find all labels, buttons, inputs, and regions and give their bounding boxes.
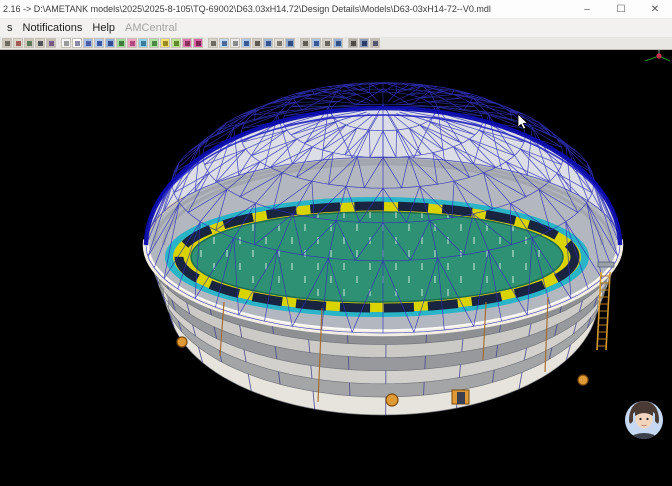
toolbar-separator xyxy=(343,38,347,48)
tool-icon-03[interactable] xyxy=(24,38,34,48)
tool-icon-05[interactable] xyxy=(46,38,56,48)
tool-icon-16[interactable] xyxy=(171,38,181,48)
tool-icon-25[interactable] xyxy=(274,38,284,48)
tool-icon-30[interactable] xyxy=(333,38,343,48)
tool-icon-26[interactable] xyxy=(285,38,295,48)
menu-item-notifications[interactable]: Notifications xyxy=(18,21,88,35)
tool-icon-12[interactable] xyxy=(127,38,137,48)
tool-icon-08[interactable] xyxy=(83,38,93,48)
tool-icon-09[interactable] xyxy=(94,38,104,48)
maximize-button[interactable]: ☐ xyxy=(604,0,638,18)
ametank-window: 2.16 -> D:\AMETANK models\2025\2025-8-10… xyxy=(0,0,672,486)
assistant-avatar[interactable] xyxy=(625,401,663,442)
tool-icon-07[interactable] xyxy=(72,38,82,48)
tool-icon-23[interactable] xyxy=(252,38,262,48)
tool-icon-33[interactable] xyxy=(370,38,380,48)
3d-viewport[interactable] xyxy=(0,50,672,486)
tool-icon-22[interactable] xyxy=(241,38,251,48)
tool-icon-29[interactable] xyxy=(322,38,332,48)
menu-item-help[interactable]: Help xyxy=(87,21,120,35)
toolbar-separator xyxy=(295,38,299,48)
tool-icon-21[interactable] xyxy=(230,38,240,48)
title-bar: 2.16 -> D:\AMETANK models\2025\2025-8-10… xyxy=(0,0,672,19)
axis-triad xyxy=(645,50,670,61)
window-title: 2.16 -> D:\AMETANK models\2025\2025-8-10… xyxy=(0,4,570,14)
minimize-button[interactable]: – xyxy=(570,0,604,18)
tool-icon-17[interactable] xyxy=(182,38,192,48)
tool-icon-01[interactable] xyxy=(2,38,12,48)
tool-icon-18[interactable] xyxy=(193,38,203,48)
tool-icon-15[interactable] xyxy=(160,38,170,48)
tool-icon-32[interactable] xyxy=(359,38,369,48)
tool-icon-10[interactable] xyxy=(105,38,115,48)
close-button[interactable]: ✕ xyxy=(638,0,672,18)
toolbar-separator xyxy=(56,38,60,48)
tool-icon-06[interactable] xyxy=(61,38,71,48)
menu-item-amcentral[interactable]: AMCentral xyxy=(120,21,182,35)
toolbar xyxy=(0,37,672,50)
menu-item-s[interactable]: s xyxy=(2,21,18,35)
menu-bar: sNotificationsHelpAMCentral xyxy=(0,19,672,37)
tool-icon-19[interactable] xyxy=(208,38,218,48)
toolbar-separator xyxy=(203,38,207,48)
tool-icon-24[interactable] xyxy=(263,38,273,48)
tool-icon-04[interactable] xyxy=(35,38,45,48)
tool-icon-28[interactable] xyxy=(311,38,321,48)
tool-icon-31[interactable] xyxy=(348,38,358,48)
tool-icon-14[interactable] xyxy=(149,38,159,48)
tool-icon-02[interactable] xyxy=(13,38,23,48)
tool-icon-13[interactable] xyxy=(138,38,148,48)
tool-icon-11[interactable] xyxy=(116,38,126,48)
tank-3d-model xyxy=(0,50,672,486)
tool-icon-20[interactable] xyxy=(219,38,229,48)
tool-icon-27[interactable] xyxy=(300,38,310,48)
